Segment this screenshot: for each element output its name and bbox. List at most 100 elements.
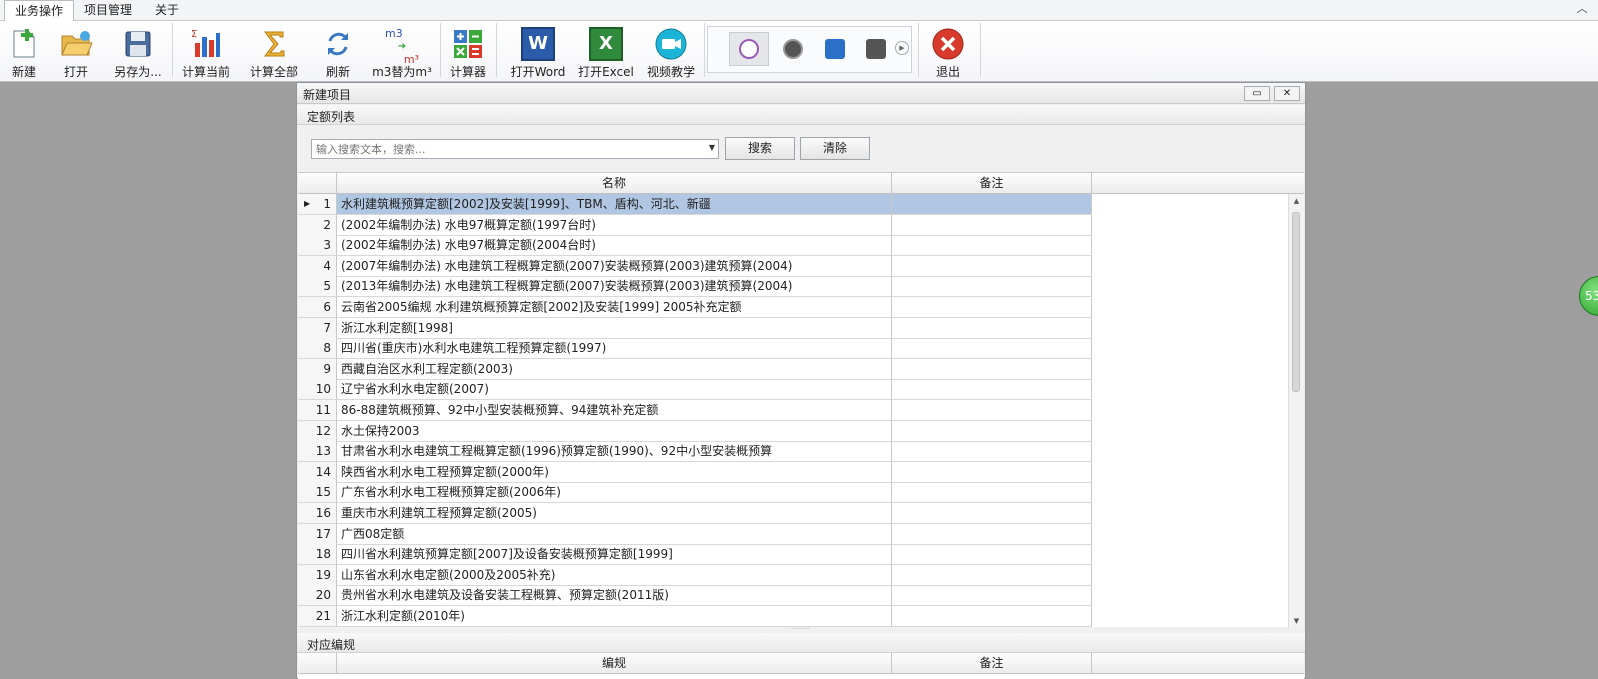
note-cell[interactable] xyxy=(892,420,1092,442)
ribbon-collapse-icon[interactable]: ︿ xyxy=(1574,1,1590,17)
save-as-button[interactable]: 另存为... xyxy=(110,23,166,80)
table-row[interactable]: 6 云南省2005编规 水利建筑概预算定额[2002]及安装[1999] 2005… xyxy=(298,297,1304,318)
note-cell[interactable] xyxy=(892,255,1092,277)
name-cell[interactable]: 四川省(重庆市)水利水电建筑工程预算定额(1997) xyxy=(337,338,892,360)
grid-scrollbar[interactable]: ▲ ▼ xyxy=(1288,194,1304,628)
name-cell[interactable]: (2002年编制办法) 水电97概算定额(1997台时) xyxy=(337,214,892,236)
tab-project-management[interactable]: 项目管理 xyxy=(74,0,142,21)
search-combobox[interactable]: ▼ xyxy=(311,139,719,159)
note-cell[interactable] xyxy=(892,503,1092,524)
name-cell[interactable]: 86-88建筑概预算、92中小型安装概预算、94建筑补充定额 xyxy=(337,400,892,421)
media-dark-app-icon[interactable] xyxy=(866,39,886,59)
table-row[interactable]: 14 陕西省水利水电工程预算定额(2000年) xyxy=(298,461,1304,483)
open-button[interactable]: 打开 xyxy=(56,23,96,80)
note-cell[interactable] xyxy=(892,482,1092,504)
table-row[interactable]: 3 (2002年编制办法) 水电97概算定额(2004台时) xyxy=(298,235,1304,257)
note-cell[interactable] xyxy=(892,235,1092,257)
media-player-icon[interactable] xyxy=(739,39,759,59)
note-cell[interactable] xyxy=(892,214,1092,236)
table-row[interactable]: 2 (2002年编制办法) 水电97概算定额(1997台时) xyxy=(298,214,1304,236)
table-row[interactable]: 13 甘肃省水利水电建筑工程概算定额(1996)预算定额(1990)、92中小型安… xyxy=(298,441,1304,463)
note-cell[interactable] xyxy=(892,606,1092,627)
name-cell[interactable]: 水利建筑概预算定额[2002]及安装[1999]、TBM、盾构、河北、新疆 xyxy=(337,194,892,215)
new-button[interactable]: 新建 xyxy=(4,23,44,80)
note-cell[interactable] xyxy=(892,400,1092,421)
refresh-button[interactable]: 刷新 xyxy=(318,23,358,80)
name-cell[interactable]: 水土保持2003 xyxy=(337,420,892,442)
table-row[interactable]: 12 水土保持2003 xyxy=(298,420,1304,442)
note-cell[interactable] xyxy=(892,358,1092,380)
note-cell[interactable] xyxy=(892,194,1092,215)
scroll-down-icon[interactable]: ▼ xyxy=(1289,614,1304,628)
search-input[interactable] xyxy=(312,140,702,158)
note-cell[interactable] xyxy=(892,441,1092,463)
name-cell[interactable]: 四川省水利建筑预算定额[2007]及设备安装概预算定额[1999] xyxy=(337,544,892,566)
maximize-button[interactable]: ▭ xyxy=(1244,86,1270,101)
table-row[interactable]: 10 辽宁省水利水电定额(2007) xyxy=(298,379,1304,401)
name-cell[interactable]: 山东省水利水电定额(2000及2005补充) xyxy=(337,564,892,586)
name-cell[interactable]: 陕西省水利水电工程预算定额(2000年) xyxy=(337,461,892,483)
open-word-button[interactable]: W 打开Word xyxy=(508,23,568,80)
gallery-next-icon[interactable]: ▶ xyxy=(895,41,909,55)
note-cell[interactable] xyxy=(892,297,1092,318)
name-cell[interactable]: 重庆市水利建筑工程预算定额(2005) xyxy=(337,503,892,524)
name-cell[interactable]: 贵州省水利水电建筑及设备安装工程概算、预算定额(2011版) xyxy=(337,585,892,607)
column-header-name[interactable]: 名称 xyxy=(337,173,892,194)
note-cell[interactable] xyxy=(892,317,1092,339)
name-cell[interactable]: 广东省水利水电工程概预算定额(2006年) xyxy=(337,482,892,504)
column-header-code[interactable]: 编规 xyxy=(337,653,892,674)
note-cell[interactable] xyxy=(892,564,1092,586)
calculator-button[interactable]: 计算器 xyxy=(446,23,490,80)
search-button[interactable]: 搜索 xyxy=(725,137,795,160)
table-row[interactable]: 16 重庆市水利建筑工程预算定额(2005) xyxy=(298,503,1304,524)
media-blue-app-icon[interactable] xyxy=(825,39,845,59)
note-cell[interactable] xyxy=(892,276,1092,298)
table-row[interactable]: 18 四川省水利建筑预算定额[2007]及设备安装概预算定额[1999] xyxy=(298,544,1304,566)
table-row[interactable]: 7 浙江水利定额[1998] xyxy=(298,317,1304,339)
note-cell[interactable] xyxy=(892,544,1092,566)
video-tutorial-button[interactable]: 视频教学 xyxy=(642,23,700,80)
name-cell[interactable]: 西藏自治区水利工程定额(2003) xyxy=(337,358,892,380)
open-excel-button[interactable]: X 打开Excel xyxy=(576,23,636,80)
name-cell[interactable]: 甘肃省水利水电建筑工程概算定额(1996)预算定额(1990)、92中小型安装概… xyxy=(337,441,892,463)
note-cell[interactable] xyxy=(892,461,1092,483)
table-row[interactable]: 15 广东省水利水电工程概预算定额(2006年) xyxy=(298,482,1304,504)
table-row[interactable]: 19 山东省水利水电定额(2000及2005补充) xyxy=(298,564,1304,586)
note-cell[interactable] xyxy=(892,585,1092,607)
name-cell[interactable]: 浙江水利定额[1998] xyxy=(337,317,892,339)
table-row[interactable]: 20 贵州省水利水电建筑及设备安装工程概算、预算定额(2011版) xyxy=(298,585,1304,607)
name-cell[interactable]: (2002年编制办法) 水电97概算定额(2004台时) xyxy=(337,235,892,257)
table-row[interactable]: 5 (2013年编制办法) 水电建筑工程概算定额(2007)安装概预算(2003)… xyxy=(298,276,1304,298)
scroll-up-icon[interactable]: ▲ xyxy=(1289,194,1304,208)
table-row[interactable]: 17 广西08定额 xyxy=(298,523,1304,545)
table-row[interactable]: 4 (2007年编制办法) 水电建筑工程概算定额(2007)安装概预算(2003)… xyxy=(298,255,1304,277)
name-cell[interactable]: (2013年编制办法) 水电建筑工程概算定额(2007)安装概预算(2003)建… xyxy=(337,276,892,298)
clear-button[interactable]: 清除 xyxy=(800,137,870,160)
scroll-thumb[interactable] xyxy=(1292,212,1300,392)
media-record-icon[interactable] xyxy=(783,39,803,59)
exit-button[interactable]: 退出 xyxy=(926,23,970,80)
note-cell[interactable] xyxy=(892,338,1092,360)
table-row[interactable]: 11 86-88建筑概预算、92中小型安装概预算、94建筑补充定额 xyxy=(298,400,1304,421)
column-header-note[interactable]: 备注 xyxy=(892,653,1092,674)
table-row[interactable]: 8 四川省(重庆市)水利水电建筑工程预算定额(1997) xyxy=(298,338,1304,360)
name-cell[interactable]: 云南省2005编规 水利建筑概预算定额[2002]及安装[1999] 2005补… xyxy=(337,297,892,318)
table-row[interactable]: 9 西藏自治区水利工程定额(2003) xyxy=(298,358,1304,380)
table-row[interactable]: 21 浙江水利定额(2010年) xyxy=(298,606,1304,627)
dropdown-arrow-icon[interactable]: ▼ xyxy=(709,143,715,152)
table-row[interactable]: ▶ 1 水利建筑概预算定额[2002]及安装[1999]、TBM、盾构、河北、新疆 xyxy=(298,194,1304,215)
name-cell[interactable]: 广西08定额 xyxy=(337,523,892,545)
calc-current-button[interactable]: Σ 计算当前 xyxy=(178,23,234,80)
m3-replace-button[interactable]: m3 ➜ m³ m3替为m³ xyxy=(370,23,434,80)
floating-badge[interactable]: 53 xyxy=(1579,276,1598,316)
note-cell[interactable] xyxy=(892,379,1092,401)
column-header-note[interactable]: 备注 xyxy=(892,173,1092,194)
name-cell[interactable]: 辽宁省水利水电定额(2007) xyxy=(337,379,892,401)
name-cell[interactable]: 浙江水利定额(2010年) xyxy=(337,606,892,627)
note-cell[interactable] xyxy=(892,523,1092,545)
close-button[interactable]: ✕ xyxy=(1274,86,1300,101)
tab-about[interactable]: 关于 xyxy=(145,0,189,21)
calc-all-button[interactable]: 计算全部 xyxy=(246,23,302,80)
name-cell[interactable]: (2007年编制办法) 水电建筑工程概算定额(2007)安装概预算(2003)建… xyxy=(337,255,892,277)
tab-business-ops[interactable]: 业务操作 xyxy=(4,0,75,22)
